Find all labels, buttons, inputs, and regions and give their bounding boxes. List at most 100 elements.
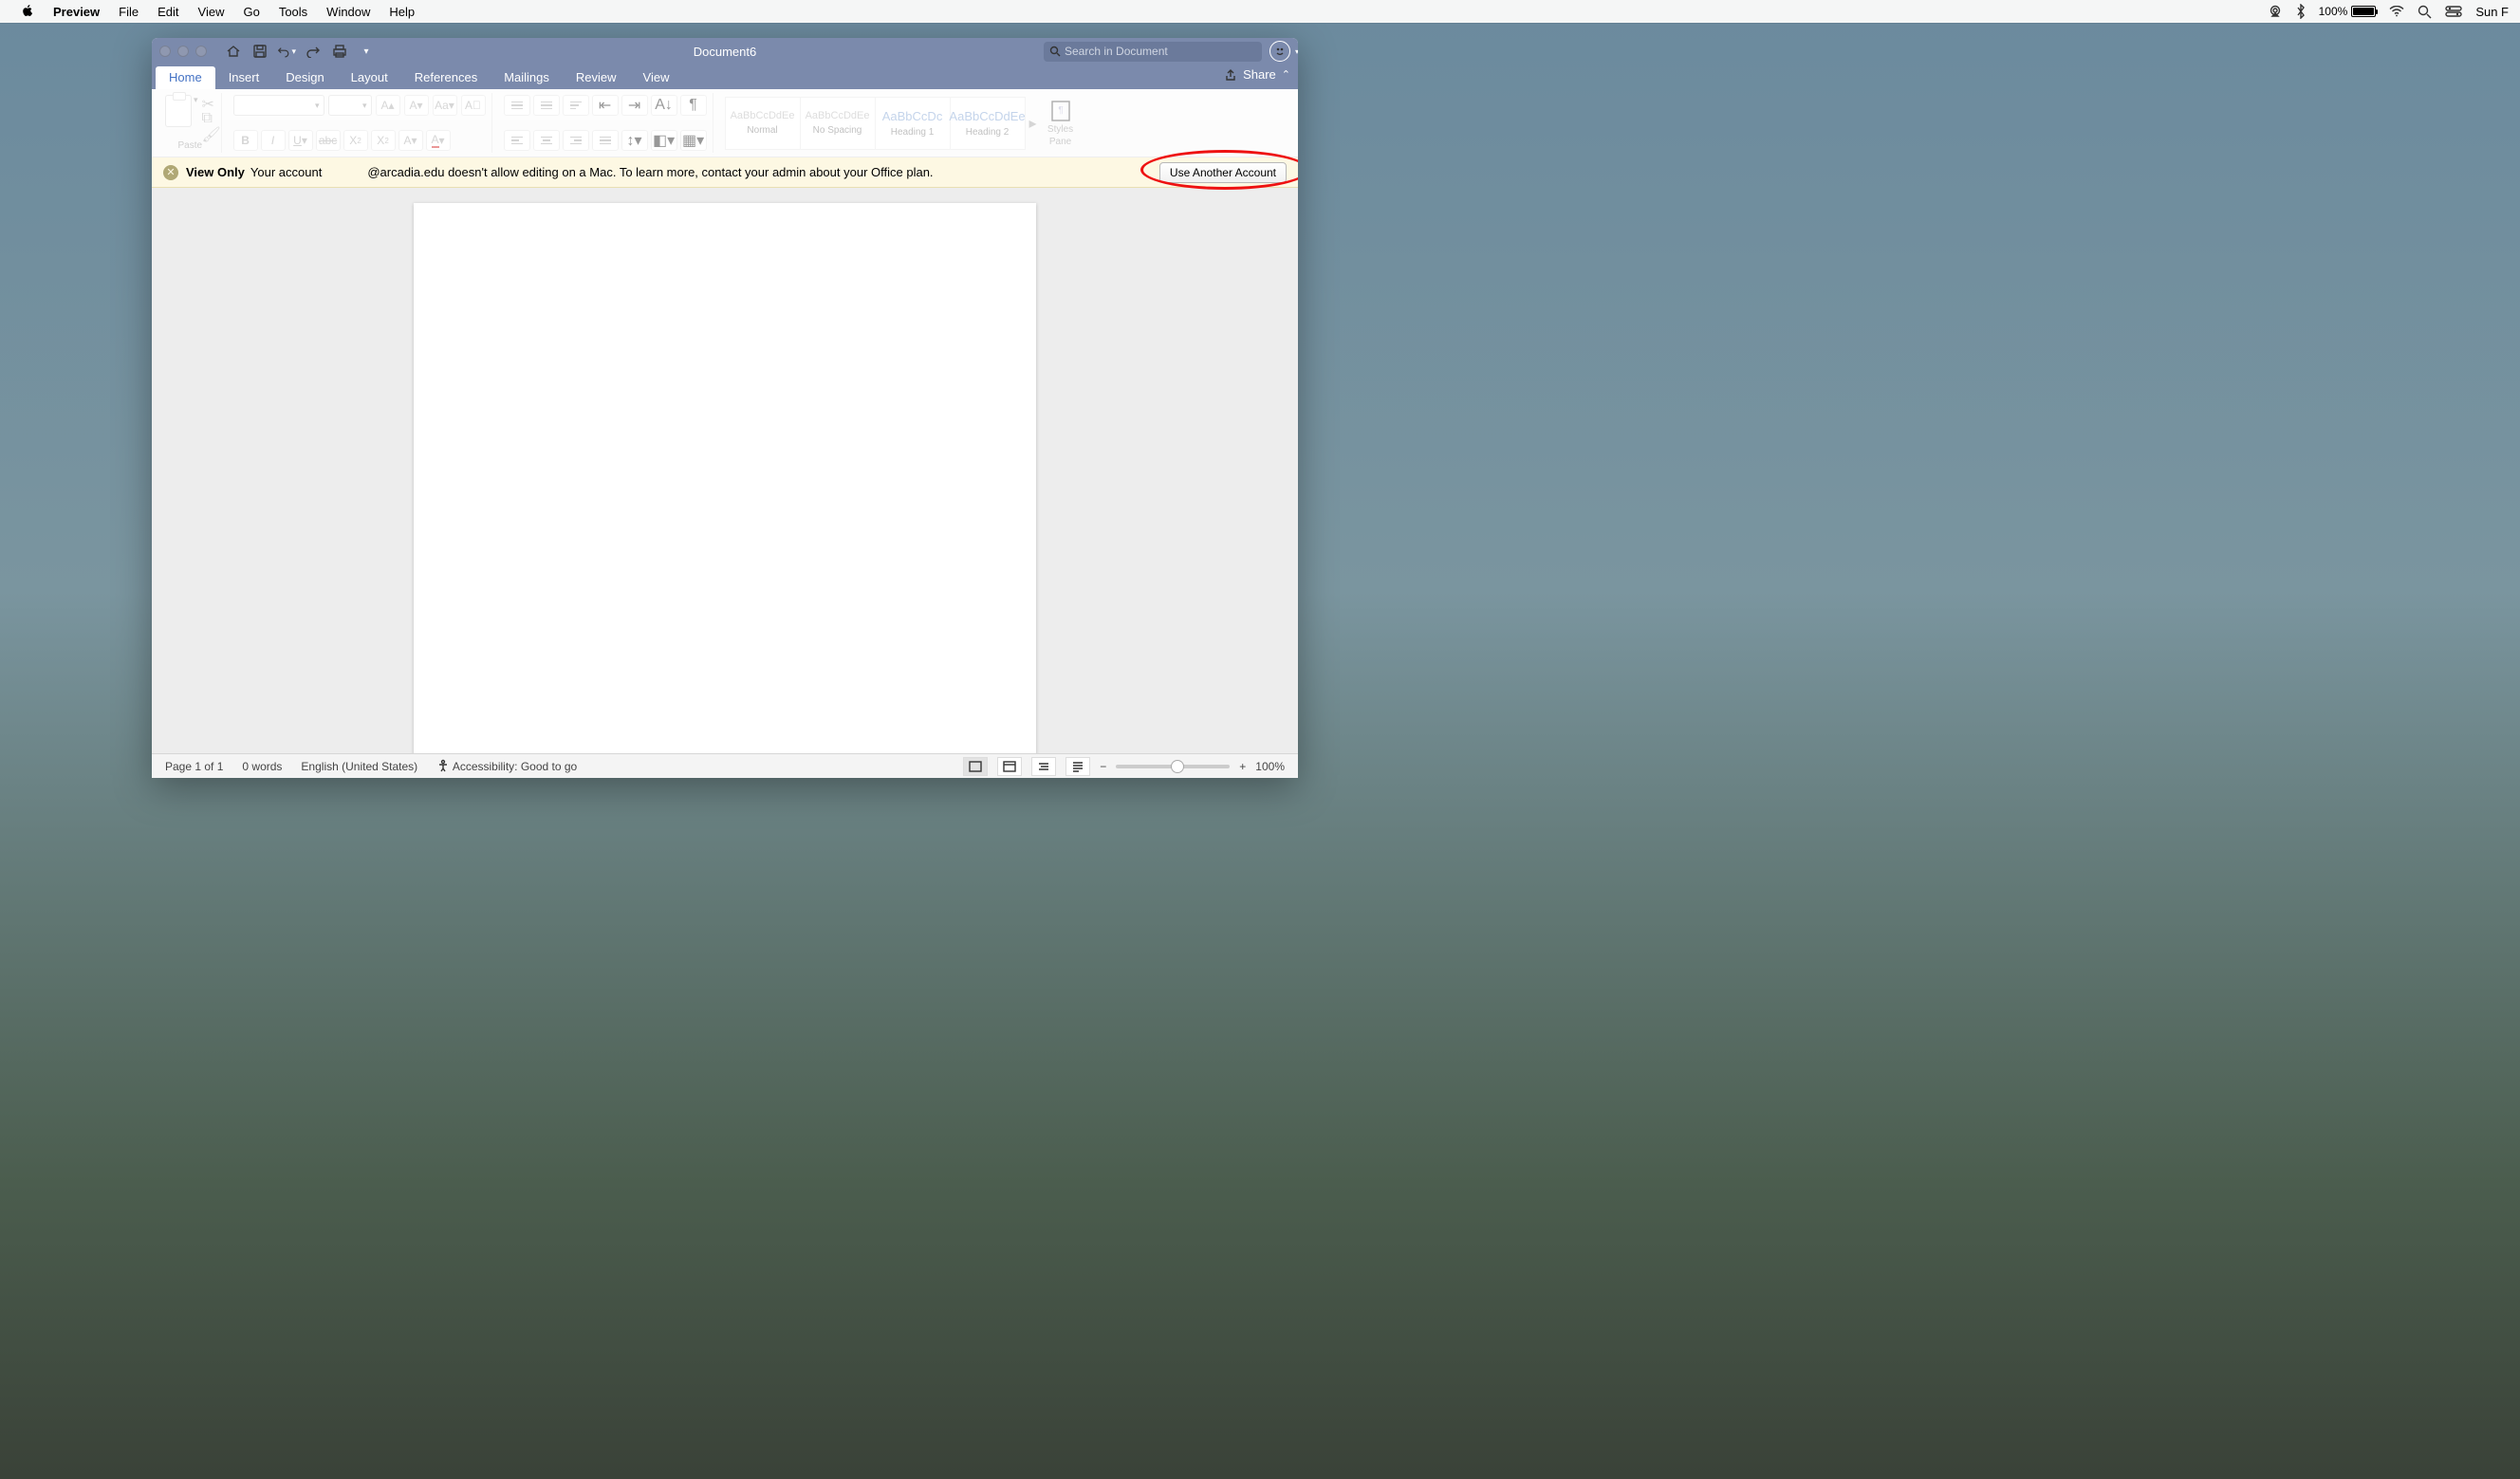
share-button[interactable]: Share ⌃ (1224, 67, 1290, 82)
align-left-button[interactable] (504, 130, 530, 151)
zoom-out-button[interactable]: − (1100, 760, 1106, 773)
collapse-ribbon-icon[interactable]: ⌃ (1282, 68, 1290, 81)
borders-button[interactable]: ▦▾ (680, 130, 707, 151)
tab-references[interactable]: References (401, 66, 491, 89)
multilevel-list-button[interactable] (563, 95, 589, 116)
tab-home[interactable]: Home (156, 66, 215, 89)
menubar-edit[interactable]: Edit (148, 5, 188, 19)
increase-indent-button[interactable]: ⇥ (621, 95, 648, 116)
traffic-lights[interactable] (159, 46, 207, 57)
close-window-button[interactable] (159, 46, 171, 57)
qat-customize-icon[interactable]: ▾ (357, 42, 376, 61)
clear-formatting-icon[interactable]: A⃠ (461, 95, 486, 116)
zoom-slider[interactable] (1116, 765, 1230, 768)
view-outline-icon[interactable] (1031, 757, 1056, 776)
subscript-button[interactable]: X2 (343, 130, 368, 151)
font-color-button[interactable]: A▾ (426, 130, 451, 151)
paste-button[interactable] (165, 95, 192, 127)
decrease-indent-button[interactable]: ⇤ (592, 95, 619, 116)
minimize-window-button[interactable] (177, 46, 189, 57)
view-print-layout-icon[interactable] (963, 757, 988, 776)
view-web-layout-icon[interactable] (997, 757, 1022, 776)
tab-review[interactable]: Review (563, 66, 630, 89)
notif-message: @arcadia.edu doesn't allow editing on a … (367, 165, 933, 179)
menubar-tools[interactable]: Tools (269, 5, 317, 19)
save-icon[interactable] (250, 42, 269, 61)
menubar-clock[interactable]: Sun F (2475, 5, 2509, 19)
menubar-app-name[interactable]: Preview (44, 5, 109, 19)
align-right-button[interactable] (563, 130, 589, 151)
zoom-in-button[interactable]: + (1239, 760, 1246, 773)
search-placeholder: Search in Document (1065, 45, 1168, 58)
apple-menu-icon[interactable] (11, 4, 44, 20)
mac-menubar: Preview File Edit View Go Tools Window H… (0, 0, 2520, 23)
search-in-document[interactable]: Search in Document (1044, 42, 1262, 62)
italic-button[interactable]: I (261, 130, 286, 151)
ribbon-tabs: Home Insert Design Layout References Mai… (152, 65, 1298, 89)
bullets-button[interactable] (504, 95, 530, 116)
status-page[interactable]: Page 1 of 1 (165, 760, 223, 773)
change-case-icon[interactable]: Aa▾ (433, 95, 457, 116)
style-heading-1[interactable]: AaBbCcDcHeading 1 (875, 97, 951, 150)
zoom-percent[interactable]: 100% (1255, 760, 1285, 773)
style-heading-2[interactable]: AaBbCcDdEeHeading 2 (950, 97, 1026, 150)
zoom-window-button[interactable] (195, 46, 207, 57)
control-center-icon[interactable] (2445, 6, 2462, 17)
status-accessibility[interactable]: Accessibility: Good to go (436, 759, 577, 773)
status-word-count[interactable]: 0 words (242, 760, 282, 773)
undo-icon[interactable]: ▾ (277, 42, 296, 61)
show-marks-button[interactable]: ¶ (680, 95, 707, 116)
notif-lead-text: Your account (250, 165, 322, 179)
airplay-icon[interactable] (2268, 5, 2283, 18)
home-icon[interactable] (224, 42, 243, 61)
numbering-button[interactable] (533, 95, 560, 116)
superscript-button[interactable]: X2 (371, 130, 396, 151)
feedback-smiley-icon[interactable] (1269, 41, 1290, 62)
grow-font-icon[interactable]: A▴ (376, 95, 400, 116)
wifi-icon[interactable] (2389, 6, 2404, 17)
copy-icon[interactable]: ⧉ (202, 110, 215, 123)
justify-button[interactable] (592, 130, 619, 151)
align-center-button[interactable] (533, 130, 560, 151)
format-painter-icon[interactable]: 🖌 (202, 125, 215, 139)
close-notification-icon[interactable]: ✕ (163, 165, 178, 180)
bluetooth-icon[interactable] (2296, 4, 2306, 19)
bold-button[interactable]: B (233, 130, 258, 151)
clipboard-icon (165, 95, 192, 127)
use-another-account-button[interactable]: Use Another Account (1159, 162, 1287, 183)
line-spacing-button[interactable]: ↕▾ (621, 130, 648, 151)
status-language[interactable]: English (United States) (301, 760, 417, 773)
view-draft-icon[interactable] (1065, 757, 1090, 776)
redo-icon[interactable] (304, 42, 323, 61)
styles-gallery-more[interactable]: ▸ (1025, 114, 1042, 133)
group-font: ▾ ▾ A▴ A▾ Aa▾ A⃠ B I U▾ abc X2 X2 A▾ A▾ (228, 93, 492, 153)
sort-button[interactable]: A↓ (651, 95, 677, 116)
tab-view[interactable]: View (630, 66, 683, 89)
styles-pane-button[interactable]: ¶ Styles Pane (1042, 100, 1080, 147)
menubar-go[interactable]: Go (233, 5, 269, 19)
cut-icon[interactable]: ✂ (202, 95, 215, 108)
spotlight-icon[interactable] (2418, 5, 2432, 19)
shrink-font-icon[interactable]: A▾ (404, 95, 429, 116)
tab-layout[interactable]: Layout (338, 66, 401, 89)
strikethrough-button[interactable]: abc (316, 130, 341, 151)
shading-button[interactable]: ◧▾ (651, 130, 677, 151)
highlight-button[interactable]: A▾ (398, 130, 423, 151)
tab-design[interactable]: Design (272, 66, 337, 89)
tab-mailings[interactable]: Mailings (491, 66, 563, 89)
menubar-window[interactable]: Window (317, 5, 380, 19)
font-size-combo[interactable]: ▾ (328, 95, 372, 116)
battery-status[interactable]: 100% (2319, 5, 2377, 18)
menubar-help[interactable]: Help (380, 5, 424, 19)
print-icon[interactable] (330, 42, 349, 61)
style-no-spacing[interactable]: AaBbCcDdEeNo Spacing (800, 97, 876, 150)
style-normal[interactable]: AaBbCcDdEeNormal (725, 97, 801, 150)
menubar-view[interactable]: View (189, 5, 234, 19)
menubar-file[interactable]: File (109, 5, 148, 19)
paste-label: Paste (177, 140, 202, 151)
tab-insert[interactable]: Insert (215, 66, 273, 89)
page-1[interactable] (414, 203, 1036, 753)
font-name-combo[interactable]: ▾ (233, 95, 324, 116)
underline-button[interactable]: U▾ (288, 130, 313, 151)
document-canvas[interactable] (152, 188, 1298, 753)
